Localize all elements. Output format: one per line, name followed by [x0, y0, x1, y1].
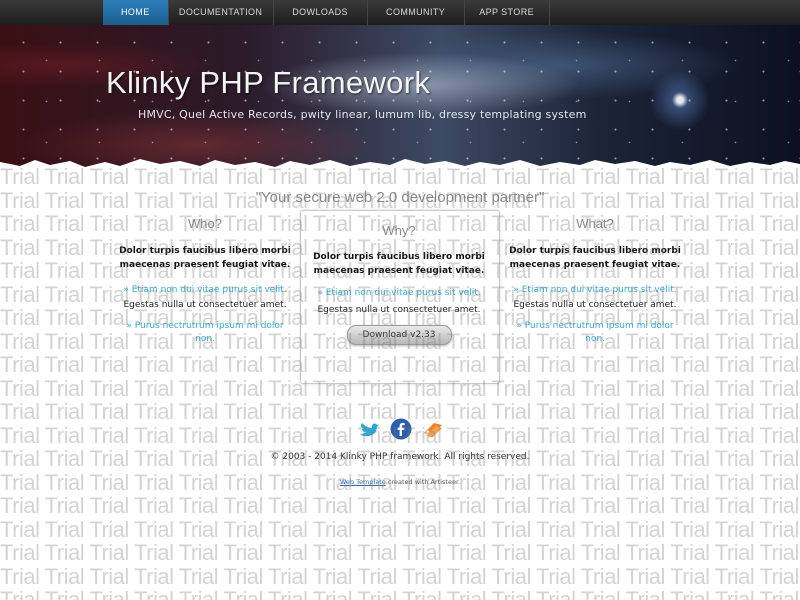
watermark-line: Trial Trial Trial Trial Trial Trial Tria… — [0, 587, 800, 600]
nav-item-app-store[interactable]: APP STORE — [465, 0, 550, 25]
nav-item-community[interactable]: COMMUNITY — [368, 0, 465, 25]
column-lead-text: Dolor turpis faucibus libero morbi maece… — [509, 246, 681, 270]
torn-edge — [0, 159, 800, 172]
watermark-line: Trial Trial Trial Trial Trial Trial Tria… — [0, 493, 800, 518]
slogan: "Your secure web 2.0 development partner… — [255, 189, 545, 206]
column-link-item[interactable]: » Purus nectrutrum ipsum mi dolor non. — [508, 320, 682, 346]
column-link-item[interactable]: » Etiam non dui vitae purus sit velit. — [508, 284, 682, 296]
nav-item-documentation[interactable]: DOCUMENTATION — [169, 0, 274, 25]
watermark-line: Trial Trial Trial Trial Trial Trial Tria… — [0, 540, 800, 565]
template-credit: Web Template created with Artisteer. — [0, 478, 800, 486]
column-lead-text: Dolor turpis faucibus libero morbi maece… — [119, 246, 291, 270]
top-navigation: HOME DOCUMENTATION DOWLOADS COMMUNITY AP… — [0, 0, 800, 26]
column-text-item: Egestas nulla ut consectetuer amet. — [513, 300, 677, 310]
column-text-item: Egestas nulla ut consectetuer amet. — [123, 300, 287, 310]
column-link-item[interactable]: » Purus nectrutrum ipsum mi dolor non. — [118, 320, 292, 346]
social-icons — [358, 418, 444, 440]
download-button[interactable]: Download v2.33 — [346, 325, 452, 345]
watermark-line: Trial Trial Trial Trial Trial Trial Tria… — [0, 516, 800, 542]
web-template-link[interactable]: Web Template — [340, 478, 386, 486]
copyright-text: © 2003 - 2014 Klinky PHP framework. All … — [270, 452, 530, 462]
site-title: Klinky PHP Framework — [106, 65, 431, 100]
column-link-item[interactable]: » Etiam non dui vitae purus sit velit. — [312, 287, 486, 299]
column-lead-text: Dolor turpis faucibus libero morbi maece… — [313, 252, 485, 276]
column-text-item: Egestas nulla ut consectetuer amet. — [317, 305, 481, 315]
rss-icon[interactable] — [422, 418, 444, 440]
nav-menu: HOME DOCUMENTATION DOWLOADS COMMUNITY AP… — [103, 0, 550, 25]
column-who: Who? Dolor turpis faucibus libero morbi … — [118, 216, 292, 346]
column-heading: What? — [576, 216, 614, 231]
facebook-icon[interactable] — [390, 418, 412, 440]
column-heading: Why? — [382, 223, 416, 238]
header-banner: Klinky PHP Framework HMVC, Quel Active R… — [0, 25, 800, 172]
site-subtitle: HMVC, Quel Active Records, pwity linear,… — [138, 108, 587, 121]
watermark-line: Trial Trial Trial Trial Trial Trial Tria… — [0, 563, 800, 589]
column-what: What? Dolor turpis faucibus libero morbi… — [508, 216, 682, 346]
credit-text: created with Artisteer. — [385, 478, 461, 486]
column-link-item[interactable]: » Etiam non dui vitae purus sit velit. — [118, 284, 292, 296]
nav-item-home[interactable]: HOME — [103, 0, 169, 25]
column-why: Why? Dolor turpis faucibus libero morbi … — [312, 223, 486, 345]
twitter-icon[interactable] — [358, 418, 380, 440]
column-heading: Who? — [188, 216, 222, 231]
nav-item-downloads[interactable]: DOWLOADS — [274, 0, 368, 25]
